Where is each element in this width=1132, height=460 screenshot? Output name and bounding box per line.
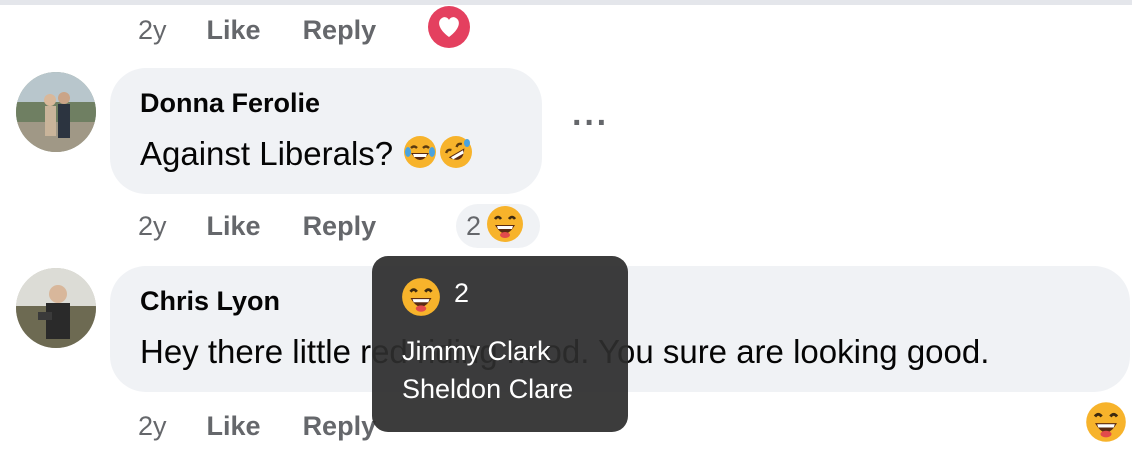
comment-time[interactable]: 2y [138,15,167,46]
reactions-tooltip: 2 Jimmy Clark Sheldon Clare [372,256,628,432]
reaction-count: 2 [466,210,482,241]
avatar-donna-ferolie[interactable] [16,72,96,152]
avatar-chris-lyon[interactable] [16,268,96,348]
face-with-tears-of-joy-icon [402,134,438,179]
comment-author[interactable]: Chris Lyon [140,286,280,317]
comment-time[interactable]: 2y [138,411,167,442]
comment-actions: 2y Like Reply [138,408,376,444]
comment-text: Against Liberals? [140,134,474,179]
reply-button[interactable]: Reply [303,15,377,46]
haha-reaction-icon[interactable] [1084,400,1128,444]
love-reaction-icon[interactable] [426,4,472,50]
prev-comment-actions: 2y Like Reply [138,12,376,48]
haha-reaction-icon [400,276,442,323]
like-button[interactable]: Like [207,211,261,242]
comment-actions: 2y Like Reply [138,208,376,244]
comment-author[interactable]: Donna Ferolie [140,88,320,119]
haha-reaction-icon [485,204,525,249]
like-button[interactable]: Like [207,15,261,46]
rolling-on-the-floor-laughing-icon [438,134,474,179]
reply-button[interactable]: Reply [303,211,377,242]
comment-time[interactable]: 2y [138,211,167,242]
comment-text-content: Against Liberals? [140,135,394,173]
tooltip-count: 2 [454,278,470,308]
tooltip-name: Jimmy Clark [402,336,551,366]
like-button[interactable]: Like [207,411,261,442]
more-options-icon[interactable]: ··· [572,104,609,143]
top-divider [0,0,1132,5]
tooltip-name: Sheldon Clare [402,374,574,404]
reply-button[interactable]: Reply [303,411,377,442]
reaction-summary-button[interactable]: 2 [456,204,540,248]
